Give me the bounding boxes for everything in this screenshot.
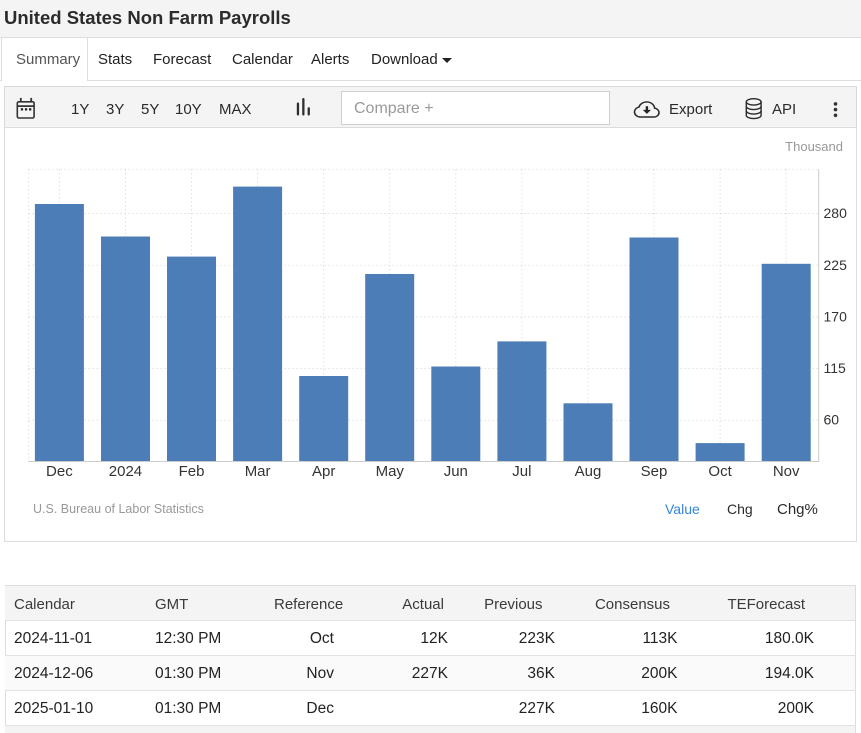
svg-text:60: 60 xyxy=(824,412,840,428)
svg-text:Jul: Jul xyxy=(512,463,531,480)
svg-text:Oct: Oct xyxy=(708,463,732,480)
svg-text:Apr: Apr xyxy=(312,463,335,480)
svg-text:115: 115 xyxy=(824,360,847,376)
svg-text:2024: 2024 xyxy=(109,463,142,480)
svg-text:Aug: Aug xyxy=(575,463,602,480)
svg-text:U.S. Bureau of Labor Statistic: U.S. Bureau of Labor Statistics xyxy=(33,502,204,516)
svg-text:280: 280 xyxy=(824,205,848,221)
svg-text:Mar: Mar xyxy=(245,463,271,480)
svg-text:Nov: Nov xyxy=(773,463,800,480)
svg-text:Chg: Chg xyxy=(727,501,753,517)
svg-text:Value: Value xyxy=(665,501,700,517)
svg-text:170: 170 xyxy=(824,309,848,325)
svg-text:Jun: Jun xyxy=(444,463,468,480)
svg-text:Dec: Dec xyxy=(46,463,73,480)
svg-text:225: 225 xyxy=(824,257,848,273)
svg-text:Sep: Sep xyxy=(641,463,668,480)
svg-text:May: May xyxy=(376,463,405,480)
svg-text:Chg%: Chg% xyxy=(777,501,818,518)
svg-text:Thousand: Thousand xyxy=(785,139,843,154)
svg-text:Feb: Feb xyxy=(179,463,205,480)
